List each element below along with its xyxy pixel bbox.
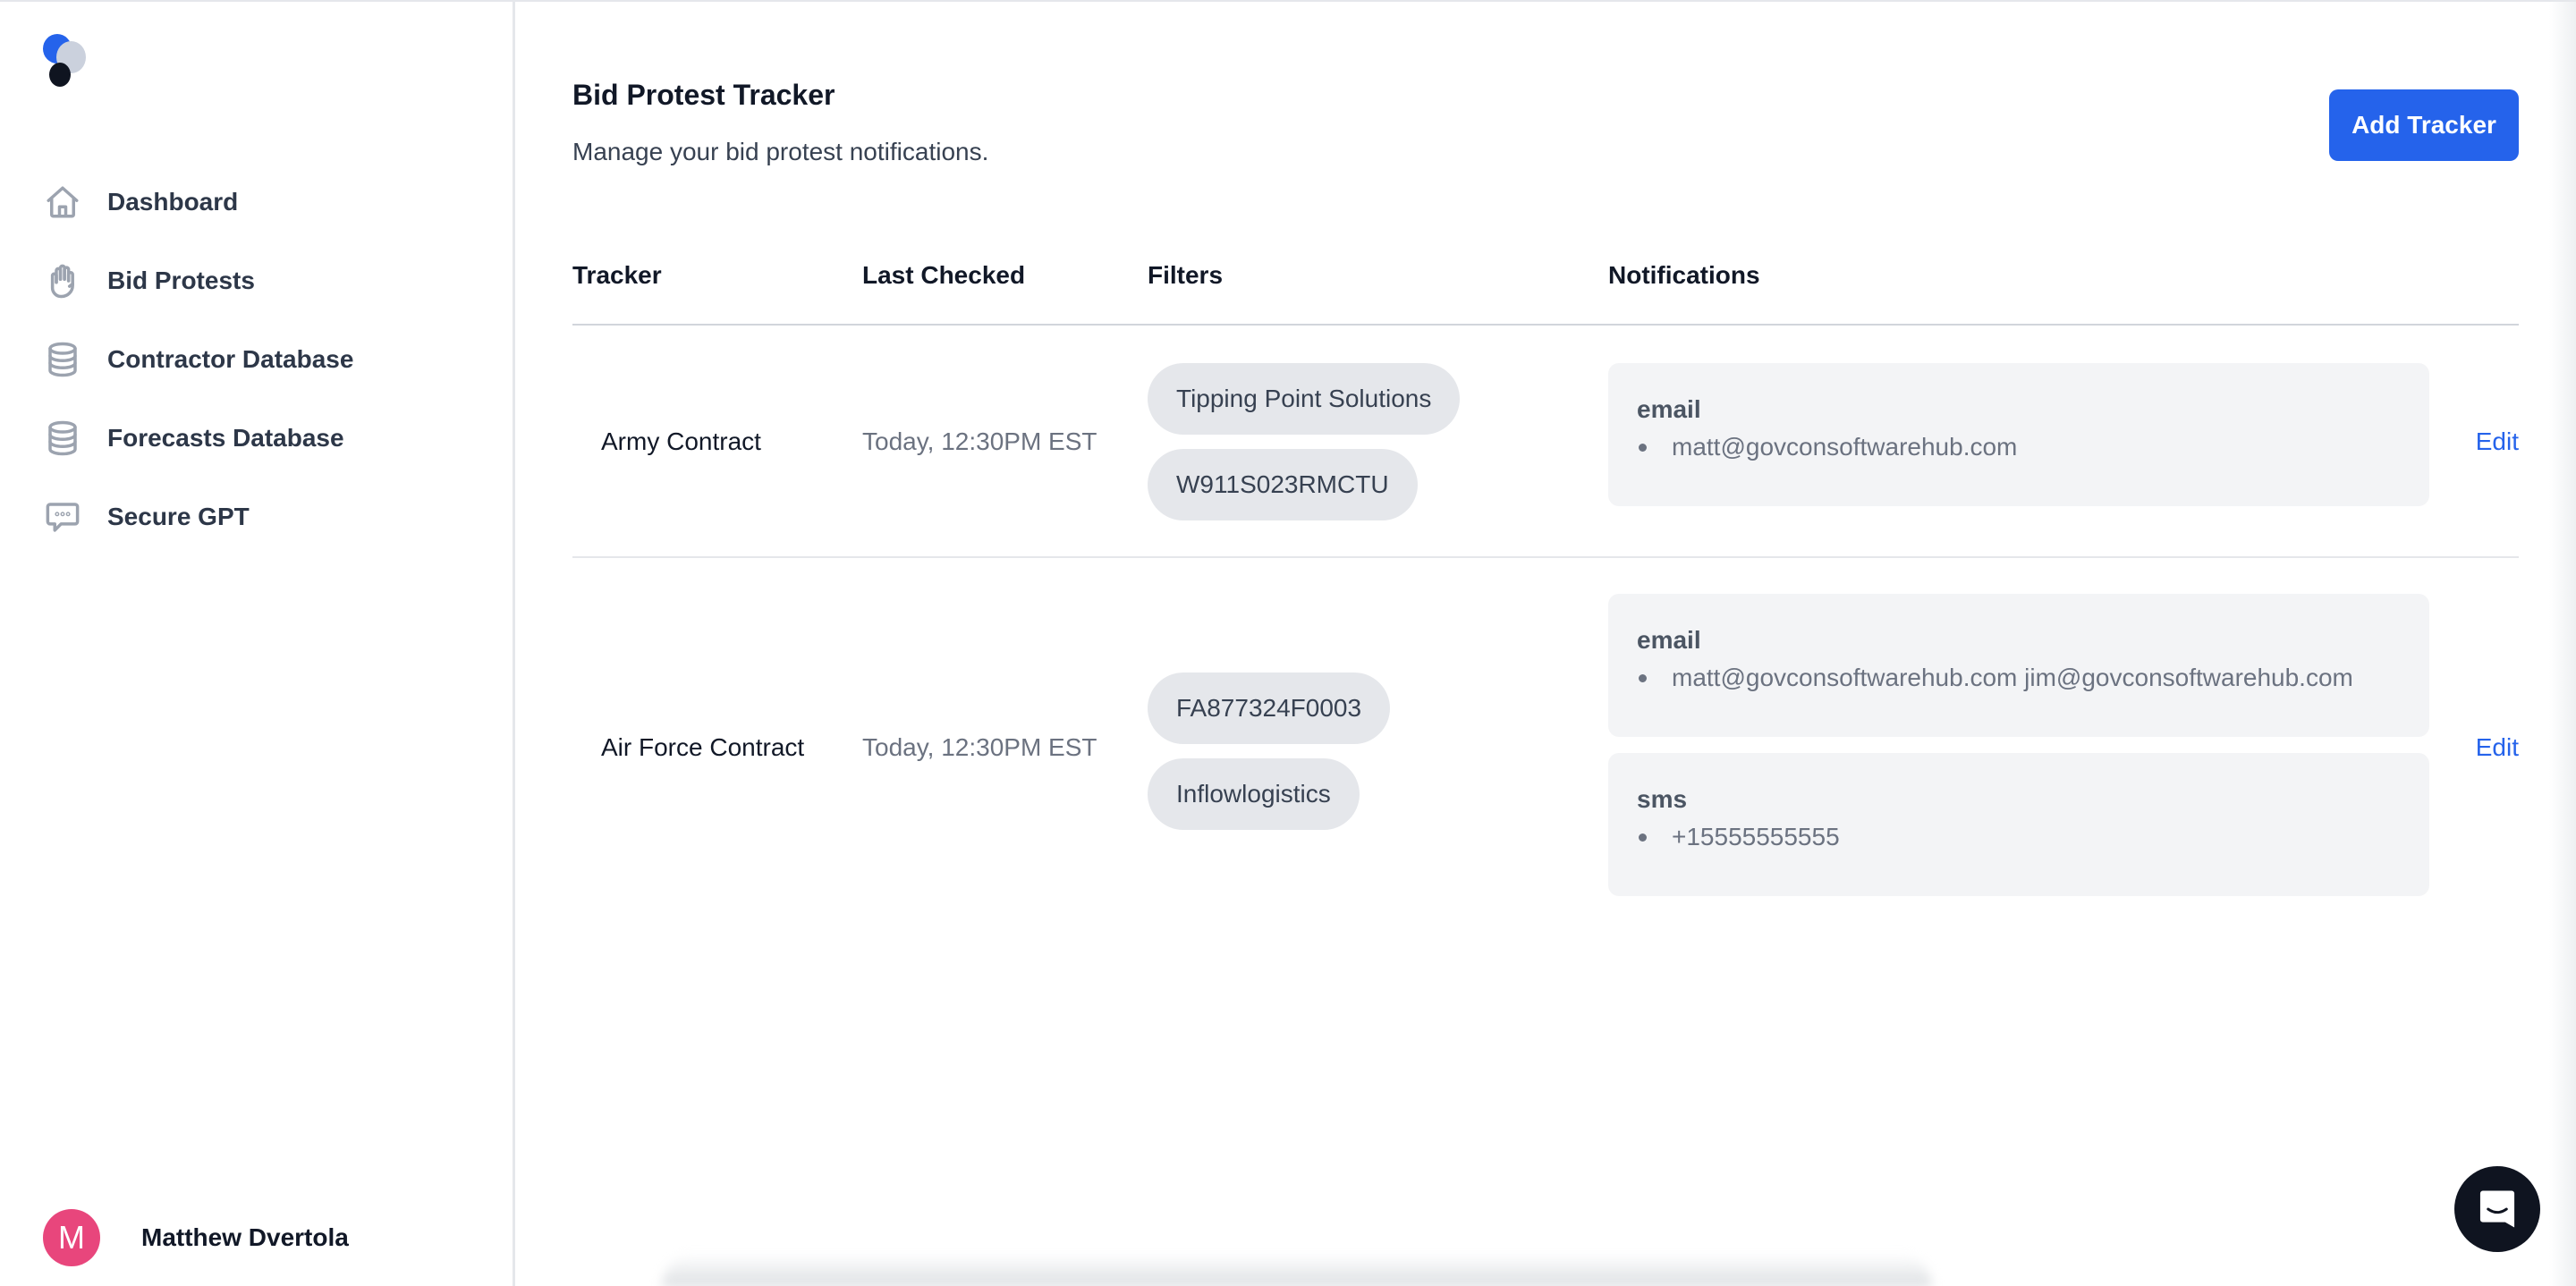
sidebar: Dashboard Bid Protests Contractor Databa… [0,2,515,1286]
sidebar-nav: Dashboard Bid Protests Contractor Databa… [43,163,490,556]
table-row: Army Contract Today, 12:30PM EST Tipping… [572,327,2519,558]
column-header-last-checked: Last Checked [862,261,1026,289]
user-profile[interactable]: M Matthew Dvertola [43,1209,349,1266]
sidebar-item-label: Contractor Database [107,345,354,373]
database-icon [43,419,82,458]
avatar: M [43,1209,100,1266]
filter-chip: FA877324F0003 [1148,673,1391,744]
sidebar-item-secure-gpt[interactable]: Secure GPT [43,478,490,556]
notification-group-sms: sms +15555555555 [1608,753,2429,896]
notification-group-email: email matt@govconsoftwarehub.com jim@gov… [1608,594,2429,737]
recipient-text: matt@govconsoftwarehub.com jim@govconsof… [1672,664,2353,691]
edit-link[interactable]: Edit [2476,427,2519,456]
table-row: Air Force Contract Today, 12:30PM EST FA… [572,558,2519,916]
chat-launcher-icon [2479,1190,2515,1228]
logo-circle-dark [49,63,71,87]
column-header-tracker: Tracker [572,261,662,289]
bullet-icon [1639,673,1647,682]
notification-recipient: +15555555555 [1637,823,2401,851]
table-header: Tracker Last Checked Filters Notificatio… [572,261,2519,326]
notification-group-email: email matt@govconsoftwarehub.com [1608,363,2429,506]
notification-type: email [1637,626,1701,654]
sidebar-item-bid-protests[interactable]: Bid Protests [43,241,490,320]
database-icon [43,340,82,379]
bottom-shadow [662,1254,1932,1286]
user-name: Matthew Dvertola [141,1223,349,1251]
column-header-notifications: Notifications [1608,261,1760,289]
last-checked: Today, 12:30PM EST [862,427,1097,455]
filter-chip: Tipping Point Solutions [1148,363,1461,435]
bullet-icon [1639,443,1647,452]
notifications: email matt@govconsoftwarehub.com [1608,363,2429,506]
chat-launcher-button[interactable] [2454,1166,2540,1252]
recipient-text: matt@govconsoftwarehub.com [1672,433,2018,461]
logo[interactable] [43,32,97,89]
recipient-text: +15555555555 [1672,823,1840,850]
edit-link[interactable]: Edit [2476,733,2519,762]
main-content: Bid Protest Tracker Manage your bid prot… [572,2,2519,1286]
sidebar-item-label: Bid Protests [107,267,255,294]
sidebar-item-label: Dashboard [107,188,239,216]
scrollbar-track[interactable] [2549,2,2576,1286]
tracker-name: Air Force Contract [601,733,805,761]
home-icon [43,182,82,222]
chat-dots-icon [43,497,82,537]
page-title: Bid Protest Tracker [572,79,835,111]
notification-type: sms [1637,785,1688,813]
notification-type: email [1637,395,1701,423]
sidebar-item-label: Secure GPT [107,503,250,530]
last-checked: Today, 12:30PM EST [862,733,1097,761]
sidebar-item-dashboard[interactable]: Dashboard [43,163,490,241]
filter-chip: Inflowlogistics [1148,758,1360,830]
sidebar-item-contractor-database[interactable]: Contractor Database [43,320,490,399]
add-tracker-button[interactable]: Add Tracker [2329,89,2519,161]
sidebar-item-label: Forecasts Database [107,424,344,452]
filter-chips: FA877324F0003 Inflowlogistics [1148,673,1391,830]
column-header-filters: Filters [1148,261,1224,289]
notification-recipient: matt@govconsoftwarehub.com [1637,433,2401,461]
tracker-name: Army Contract [601,427,761,455]
app-window: Dashboard Bid Protests Contractor Databa… [0,0,2576,1286]
hand-icon [43,261,82,300]
filter-chips: Tipping Point Solutions W911S023RMCTU [1148,363,1461,520]
sidebar-item-forecasts-database[interactable]: Forecasts Database [43,399,490,478]
bullet-icon [1639,833,1647,842]
notification-recipient: matt@govconsoftwarehub.com jim@govconsof… [1637,664,2401,692]
page-subtitle: Manage your bid protest notifications. [572,138,989,165]
filter-chip: W911S023RMCTU [1148,449,1418,520]
notifications: email matt@govconsoftwarehub.com jim@gov… [1608,594,2429,896]
